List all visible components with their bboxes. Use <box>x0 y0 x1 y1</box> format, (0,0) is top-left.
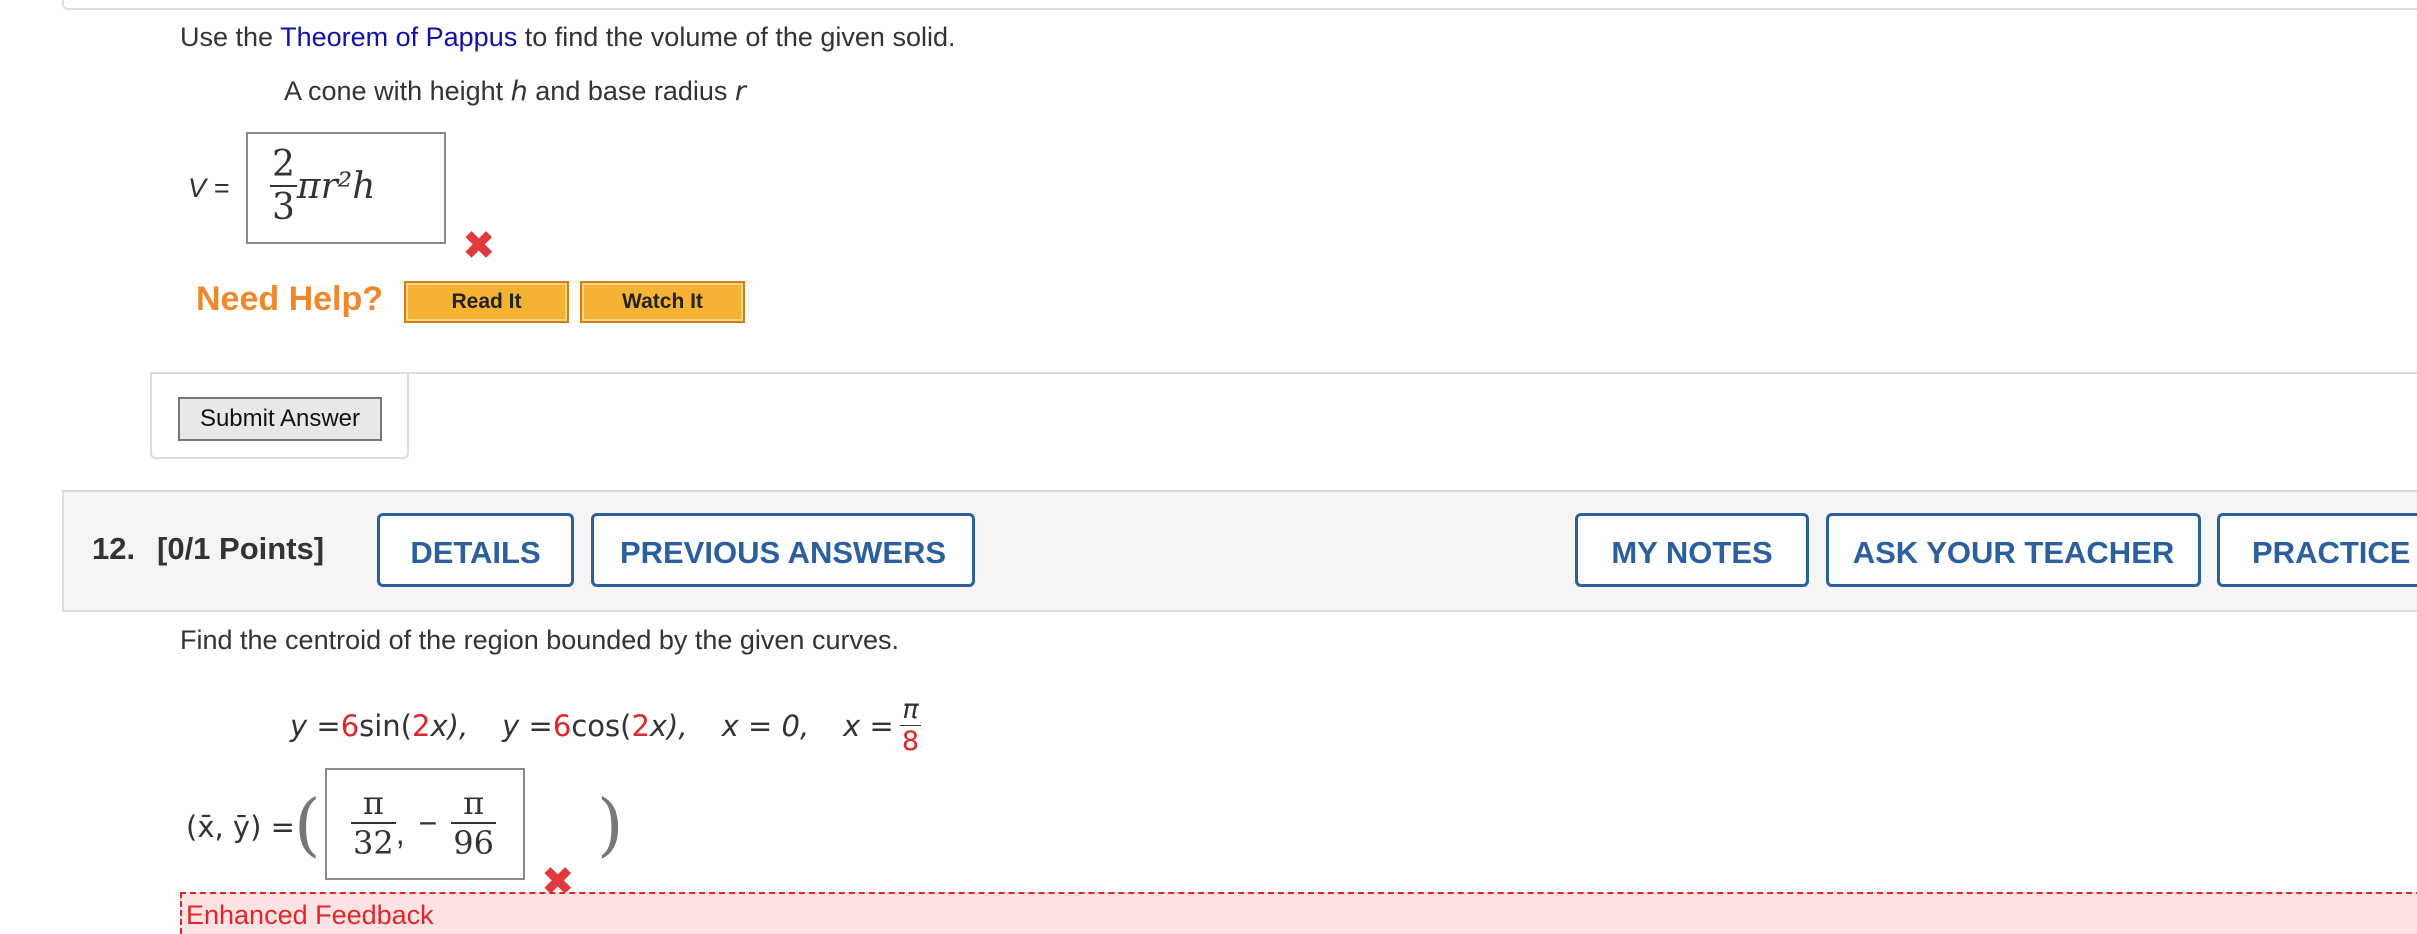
curve4-denominator: 8 <box>901 726 920 757</box>
curve4-numerator: π <box>902 694 919 725</box>
q11-prompt-suffix: to find the volume of the given solid. <box>517 22 956 52</box>
curve1-coefficient: 6 <box>340 708 360 743</box>
q12-prompt: Find the centroid of the region bounded … <box>180 625 899 655</box>
need-help-label: Need Help? <box>196 280 384 318</box>
question-number: 12. <box>92 531 136 566</box>
var-h: h <box>510 76 528 107</box>
curve2-arg: 2 <box>631 708 650 743</box>
curve2-lhs: y = <box>502 708 553 743</box>
open-paren: ( <box>294 786 321 865</box>
q11-answer-label: V = <box>188 173 230 203</box>
ask-your-teacher-button[interactable]: ASK YOUR TEACHER <box>1826 513 2201 587</box>
q11-answer-fraction: 2 3 <box>270 144 297 228</box>
q12-fraction-2: π 96 <box>451 784 497 862</box>
curve-equations: y = 6 sin(2 x), y = 6 cos(2 x), x = 0, x =… <box>290 694 922 757</box>
enhanced-feedback-box <box>180 892 2417 934</box>
q11-answer-rest: πr²h <box>296 165 376 207</box>
curve1-lhs: y = <box>290 708 341 743</box>
previous-question-frame <box>62 0 2417 10</box>
divider-line <box>150 372 2417 374</box>
submit-answer-button[interactable]: Submit Answer <box>178 397 382 441</box>
curve1-post: x), <box>430 708 469 743</box>
curve2-coefficient: 6 <box>552 708 572 743</box>
close-paren: ) <box>597 786 624 865</box>
q11-denominator: 3 <box>272 187 295 228</box>
enhanced-feedback-label: Enhanced Feedback <box>186 900 434 930</box>
q12-answer-label: (x̄, ȳ) = <box>186 810 295 844</box>
q12-fraction-1: π 32 <box>351 784 396 862</box>
q11-prompt: Use the Theorem of Pappus to find the vo… <box>180 22 955 53</box>
solid-prefix: A cone with height <box>284 76 511 106</box>
curve4-fraction: π 8 <box>899 694 922 757</box>
q12-f1-numerator: π <box>362 784 384 822</box>
my-notes-button[interactable]: MY NOTES <box>1575 513 1809 587</box>
q12-answer-expression: π 32 , − π 96 <box>351 784 497 862</box>
practice-another-button[interactable]: PRACTICE A <box>2217 513 2417 587</box>
curve2-func: cos( <box>571 708 632 743</box>
q11-prompt-prefix: Use the <box>180 22 281 52</box>
q11-numerator: 2 <box>272 144 295 185</box>
q11-answer-input[interactable]: 2 3 πr²h <box>246 132 446 244</box>
q12-answer-input[interactable]: π 32 , − π 96 <box>325 768 525 880</box>
curve1-func: sin( <box>359 708 413 743</box>
theorem-of-pappus-link[interactable]: Theorem of Pappus <box>280 22 517 52</box>
curve2-post: x), <box>649 708 688 743</box>
watch-it-button[interactable]: Watch It <box>580 281 745 323</box>
question-points: [0/1 Points] <box>157 531 325 566</box>
details-button[interactable]: DETAILS <box>377 513 574 587</box>
read-it-button[interactable]: Read It <box>404 281 569 323</box>
incorrect-x-icon: ✖ <box>462 223 496 269</box>
q12-f2-denominator: 96 <box>453 824 495 862</box>
previous-answers-button[interactable]: PREVIOUS ANSWERS <box>591 513 975 587</box>
solid-mid: and base radius <box>527 76 735 106</box>
q11-answer-expression: 2 3 πr²h <box>270 144 375 228</box>
q12-separator: , <box>395 815 405 851</box>
q12-f1-denominator: 32 <box>353 824 394 862</box>
var-r: r <box>734 76 747 107</box>
curve4-lhs: x = <box>843 708 894 743</box>
curve3: x = 0, <box>721 708 810 743</box>
curve1-arg: 2 <box>412 708 431 743</box>
q12-minus: − <box>418 804 438 841</box>
q12-f2-numerator: π <box>463 784 485 822</box>
q11-solid-description: A cone with height h and base radius r <box>284 76 746 107</box>
